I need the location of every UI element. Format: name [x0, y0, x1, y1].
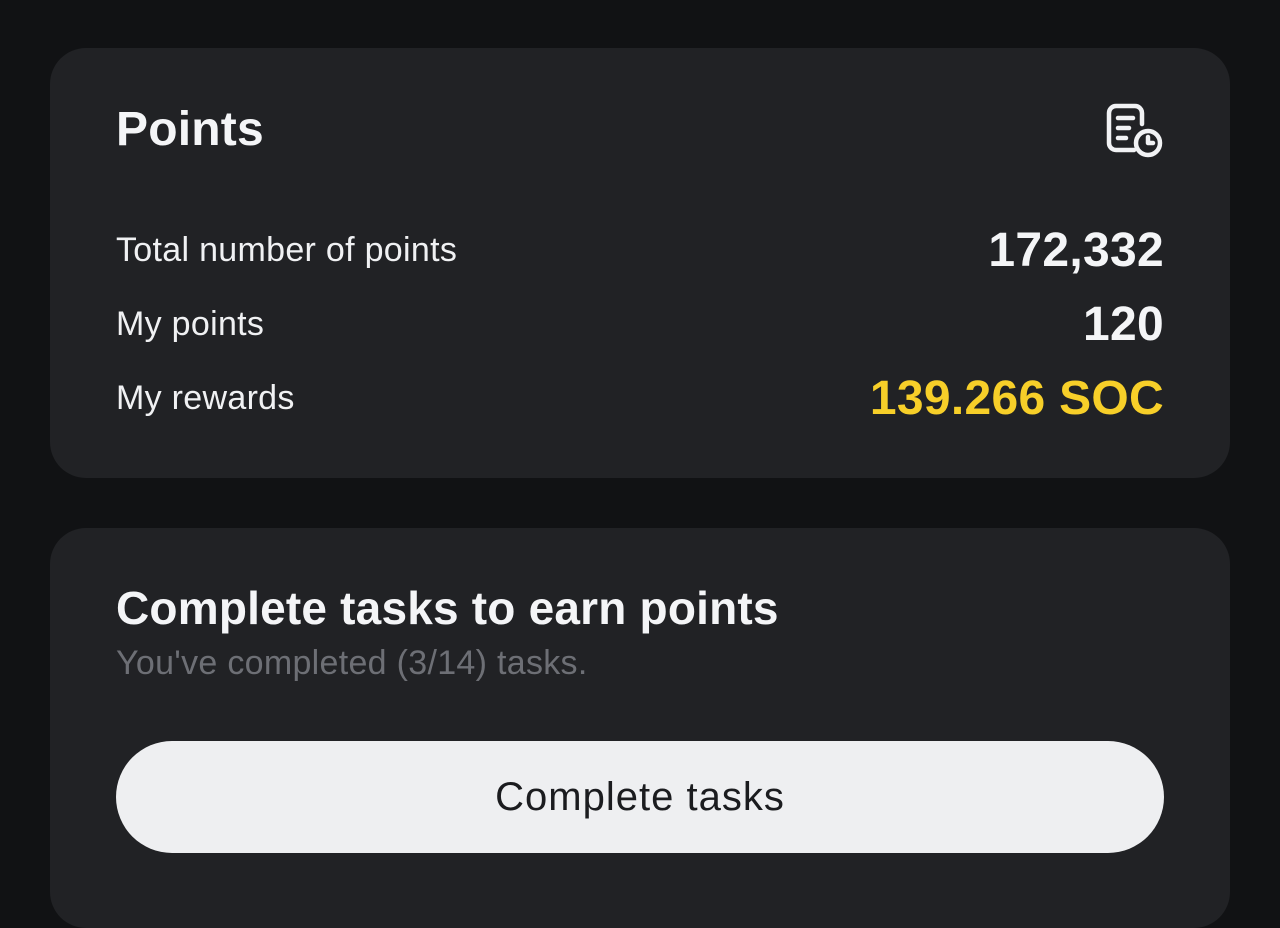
complete-tasks-button[interactable]: Complete tasks — [116, 741, 1164, 853]
total-points-row: Total number of points 172,332 — [116, 222, 1164, 278]
tasks-progress-text: You've completed (3/14) tasks. — [116, 644, 588, 682]
my-rewards-label: My rewards — [116, 378, 295, 417]
points-title: Points — [116, 103, 264, 156]
my-points-value: 120 — [1083, 297, 1164, 351]
total-points-label: Total number of points — [116, 230, 458, 269]
tasks-title: Complete tasks to earn points — [116, 582, 779, 634]
points-card: Points Total number of points 172,332 My… — [50, 48, 1230, 478]
my-points-label: My points — [116, 304, 265, 343]
my-rewards-row: My rewards 139.266 SOC — [116, 370, 1164, 426]
tasks-card: Complete tasks to earn points You've com… — [50, 528, 1230, 928]
my-rewards-value: 139.266 SOC — [869, 371, 1164, 425]
document-clock-icon[interactable] — [1104, 102, 1166, 160]
my-points-row: My points 120 — [116, 296, 1164, 352]
total-points-value: 172,332 — [988, 223, 1164, 277]
